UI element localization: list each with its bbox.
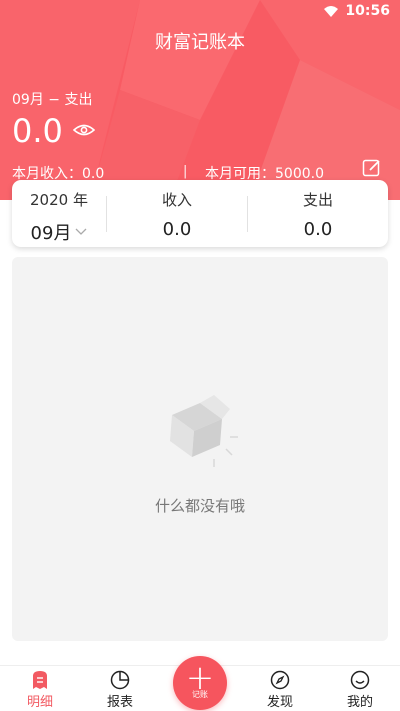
wifi-icon (324, 6, 339, 17)
month-picker[interactable]: 09月 (12, 219, 106, 245)
status-time: 10:56 (345, 3, 390, 19)
income-value: 0.0 (162, 219, 192, 240)
app-title: 财富记账本 (155, 32, 245, 53)
summary-card: 2020 年 09月 收入 0.0 支出 0.0 (12, 180, 388, 247)
bill-icon (33, 671, 47, 689)
add-record-label: 记账 (192, 690, 208, 699)
header-divider: | (183, 164, 188, 179)
empty-state-text: 什么都没有哦 (154, 497, 245, 515)
tab-label: 明细 (26, 695, 53, 710)
pie-chart-icon (110, 670, 130, 690)
smile-icon (350, 670, 370, 690)
income-label: 收入 (161, 191, 192, 209)
expense-value: 0.0 (303, 219, 333, 240)
edit-icon (362, 159, 380, 177)
tab-label: 报表 (106, 695, 133, 710)
balance-amount: 0.0 (12, 112, 63, 150)
header-banner: 10:56 财富记账本 09月 − 支出 0.0 本月收入：0.0 | 本月可用… (0, 0, 400, 200)
tab-label: 发现 (266, 695, 293, 710)
date-column: 2020 年 09月 (12, 180, 106, 247)
status-bar: 10:56 (323, 0, 390, 22)
add-record-button[interactable]: + 记账 (173, 656, 227, 710)
eye-icon[interactable] (72, 122, 96, 141)
month-expense-label: 09月 − 支出 (12, 92, 93, 108)
expense-column: 支出 0.0 (248, 180, 388, 247)
income-column: 收入 0.0 (107, 180, 247, 247)
tab-mine[interactable]: 我的 (330, 669, 390, 710)
tab-label: 我的 (346, 695, 373, 710)
year-label: 2020 年 (30, 191, 88, 209)
balance-row: 0.0 (12, 112, 96, 150)
expense-label: 支出 (302, 191, 333, 209)
tab-report[interactable]: 报表 (90, 669, 150, 710)
edit-budget-button[interactable] (362, 158, 382, 182)
month-value: 09月 (30, 223, 72, 244)
chevron-down-icon (75, 228, 87, 235)
tab-detail[interactable]: 明细 (10, 669, 70, 710)
empty-box-icon (170, 395, 238, 467)
tab-discover[interactable]: 发现 (250, 669, 310, 710)
transaction-list: 什么都没有哦 (12, 257, 388, 641)
compass-icon (270, 670, 290, 690)
